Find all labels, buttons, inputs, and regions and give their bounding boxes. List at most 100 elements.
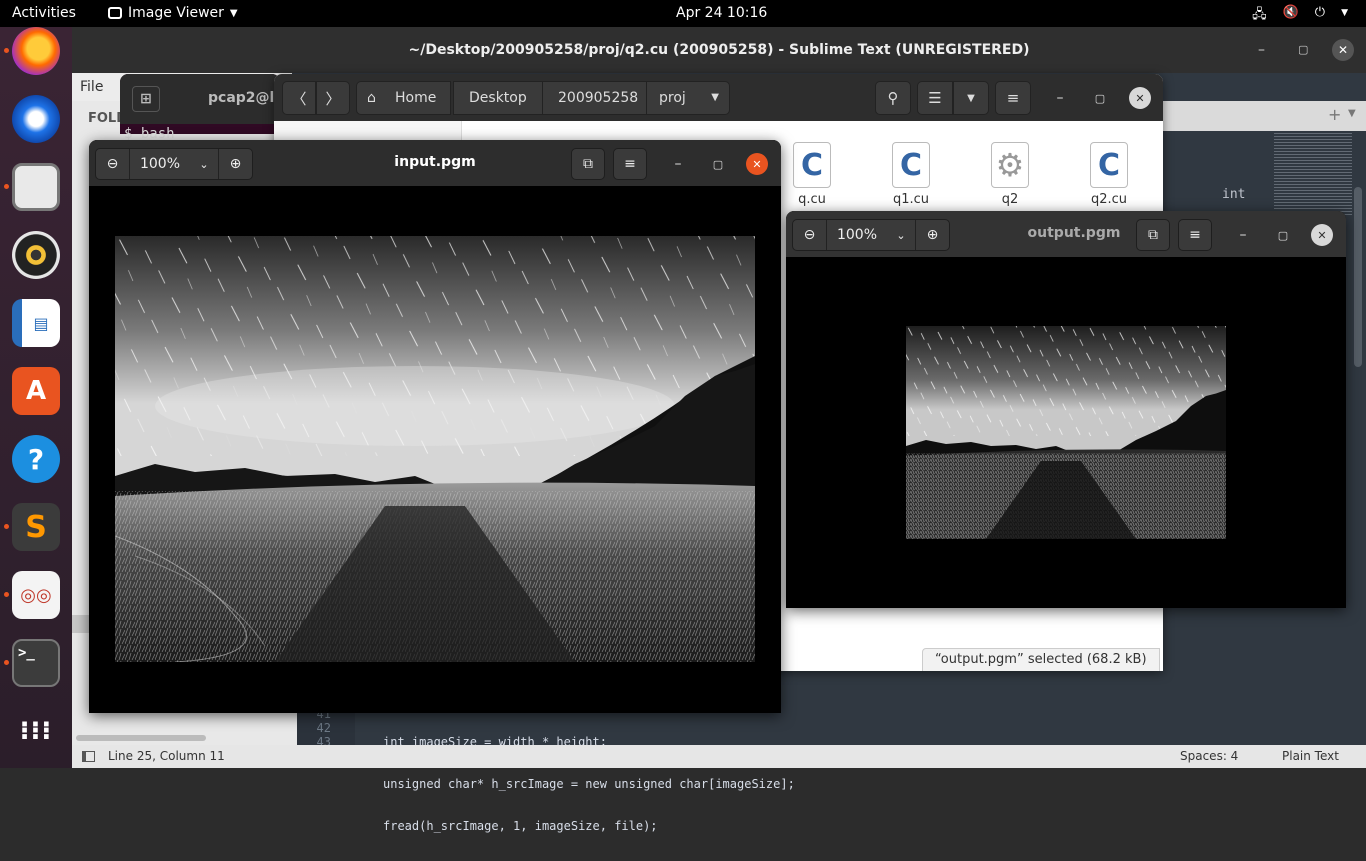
selection-status: “output.pgm” selected (68.2 kB) — [922, 648, 1160, 671]
maximize-button[interactable]: ▢ — [1271, 223, 1295, 247]
home-icon: ⌂ — [367, 90, 376, 106]
chevron-down-icon: ▼ — [1341, 8, 1348, 18]
panel-toggle-icon[interactable] — [82, 751, 95, 762]
breadcrumb-home[interactable]: ⌂ Home — [356, 81, 452, 115]
zoom-out-button[interactable]: ⊖ — [793, 220, 827, 250]
viewer-menu-button[interactable]: ≡ — [1178, 219, 1212, 251]
sublime-text-icon[interactable]: S — [12, 503, 60, 551]
minimize-button[interactable]: – — [1258, 27, 1265, 73]
c-source-file-icon: C — [892, 142, 930, 188]
top-bar: Activities Image Viewer ▼ Apr 24 10:16 🖧… — [0, 0, 1366, 27]
indentation-status[interactable]: Spaces: 4 — [1180, 745, 1238, 768]
landscape-photo — [115, 236, 755, 662]
fullscreen-icon: ⧉ — [1148, 227, 1158, 243]
output-image[interactable] — [906, 326, 1226, 539]
breadcrumb-200905258[interactable]: 200905258 — [542, 81, 655, 115]
minimize-button[interactable]: – — [1231, 223, 1255, 247]
close-button[interactable]: ✕ — [1129, 87, 1151, 109]
horizontal-scrollbar[interactable] — [76, 735, 206, 741]
chevron-down-icon[interactable]: ⌄ — [887, 229, 915, 242]
terminal-title: pcap2@lp — [208, 90, 285, 106]
file-item[interactable]: C q.cu — [772, 142, 852, 207]
landscape-photo-edges — [906, 326, 1226, 539]
viewer-menu-button[interactable]: ≡ — [613, 148, 647, 180]
file-item[interactable]: C q2.cu — [1069, 142, 1149, 207]
dock: ▤ A ? S ◎◎ >_ ⁝⁝⁝ — [0, 27, 72, 768]
new-tab-icon[interactable]: ⊞ — [132, 86, 160, 112]
clock[interactable]: Apr 24 10:16 — [676, 5, 767, 21]
line-number: 42 — [316, 721, 331, 735]
chevron-down-icon: ▼ — [229, 7, 238, 19]
search-button[interactable]: ⚲ — [875, 81, 911, 115]
running-indicator — [4, 660, 9, 665]
ubuntu-software-icon[interactable]: A — [12, 367, 60, 415]
executable-gear-icon: ⚙ — [991, 142, 1029, 188]
breadcrumb-desktop[interactable]: Desktop — [453, 81, 543, 115]
input-image[interactable] — [115, 236, 755, 662]
view-options-button[interactable]: ▼ — [953, 81, 989, 115]
syntax-status[interactable]: Plain Text — [1282, 745, 1339, 768]
maximize-button[interactable]: ▢ — [1088, 86, 1112, 110]
file-name: q2.cu — [1090, 192, 1128, 207]
scrollbar[interactable] — [1354, 187, 1362, 367]
back-button[interactable]: 〈 — [282, 81, 316, 115]
rhythmbox-icon[interactable] — [12, 231, 60, 279]
fullscreen-icon: ⧉ — [583, 156, 593, 172]
forward-button[interactable]: 〉 — [316, 81, 350, 115]
image-viewer-icon — [108, 7, 122, 19]
app-menu[interactable]: Image Viewer ▼ — [108, 5, 238, 21]
hamburger-icon: ≡ — [1006, 89, 1020, 107]
search-icon: ⚲ — [887, 89, 899, 107]
running-indicator — [4, 184, 9, 189]
zoom-level[interactable]: 100% — [827, 227, 887, 243]
output-viewer-window: ⊖ 100% ⌄ ⊕ output.pgm ⧉ ≡ – ▢ ✕ — [786, 211, 1346, 608]
maximize-button[interactable]: ▢ — [1298, 27, 1308, 73]
help-icon[interactable]: ? — [12, 435, 60, 483]
code-line: unsigned char* h_srcImage = new unsigned… — [383, 777, 795, 791]
breadcrumb-label: 200905258 — [558, 90, 639, 106]
file-name: q.cu — [798, 192, 826, 207]
minimize-button[interactable]: – — [666, 152, 690, 176]
chevron-down-icon: ▼ — [967, 92, 975, 104]
network-icon: 🖧 — [1252, 7, 1267, 22]
chevron-left-icon: 〈 — [291, 89, 307, 108]
fullscreen-button[interactable]: ⧉ — [571, 148, 605, 180]
libreoffice-impress-icon[interactable]: ▤ — [12, 299, 60, 347]
activities-button[interactable]: Activities — [12, 5, 76, 21]
cursor-position[interactable]: Line 25, Column 11 — [108, 745, 225, 768]
close-button[interactable]: ✕ — [746, 153, 768, 175]
breadcrumb-proj[interactable]: proj ▼ — [646, 81, 730, 115]
terminal-icon[interactable]: >_ — [12, 639, 60, 687]
breadcrumb-label: Desktop — [469, 90, 527, 106]
hamburger-icon: ≡ — [624, 156, 636, 172]
file-name: q2 — [1001, 192, 1019, 207]
maximize-button[interactable]: ▢ — [706, 152, 730, 176]
file-item[interactable]: ⚙ q2 — [970, 142, 1050, 207]
files-menu-button[interactable]: ≡ — [995, 81, 1031, 115]
close-button[interactable]: ✕ — [1311, 224, 1333, 246]
new-tab-button[interactable]: + — [1328, 105, 1341, 124]
hamburger-icon: ≡ — [1189, 227, 1201, 243]
sublime-titlebar: ~/Desktop/200905258/proj/q2.cu (20090525… — [72, 27, 1366, 73]
chevron-down-icon[interactable]: ▼ — [1348, 108, 1356, 119]
terminal-titlebar: ⊞ pcap2@lp — [120, 74, 284, 124]
code-line: fread(h_srcImage, 1, imageSize, file); — [383, 819, 658, 833]
minimize-button[interactable]: – — [1048, 86, 1072, 110]
files-icon[interactable] — [12, 163, 60, 211]
file-item[interactable]: C q1.cu — [871, 142, 951, 207]
view-list-button[interactable]: ☰ — [917, 81, 953, 115]
app-menu-label: Image Viewer — [128, 5, 224, 21]
document-viewer-icon[interactable]: ◎◎ — [12, 571, 60, 619]
firefox-icon[interactable] — [12, 27, 60, 75]
show-apps-icon[interactable]: ⁝⁝⁝ — [12, 707, 60, 755]
running-indicator — [4, 48, 9, 53]
system-tray[interactable]: 🖧 🔇 ⏻ ▼ — [1252, 5, 1348, 27]
close-button[interactable]: ✕ — [1332, 39, 1354, 61]
thunderbird-icon[interactable] — [12, 95, 60, 143]
chevron-right-icon: 〉 — [325, 89, 341, 108]
fullscreen-button[interactable]: ⧉ — [1136, 219, 1170, 251]
zoom-in-button[interactable]: ⊕ — [915, 220, 949, 250]
menu-file[interactable]: File — [80, 79, 103, 95]
c-source-file-icon: C — [1090, 142, 1128, 188]
terminal-window: ⊞ pcap2@lp $ bash — [120, 74, 284, 142]
